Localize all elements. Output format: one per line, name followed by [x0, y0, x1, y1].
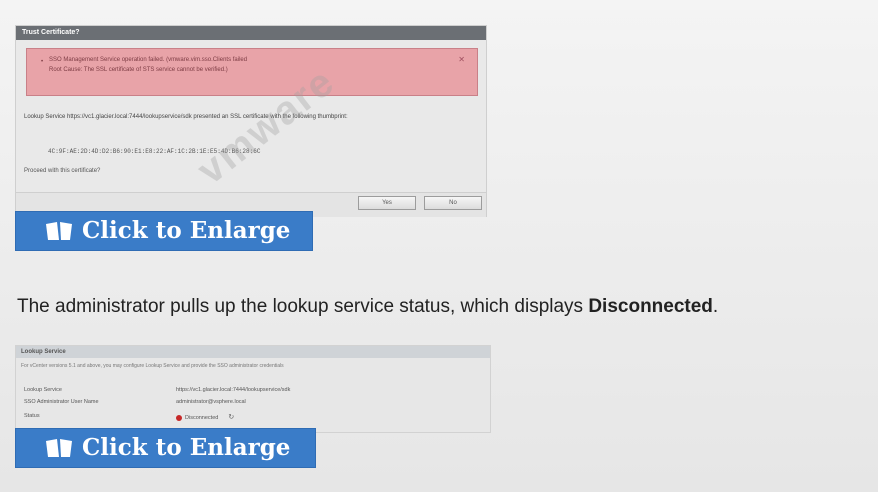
lookup-service-panel: Lookup Service For vCenter versions 5.1 …: [15, 345, 491, 433]
book-icon: [46, 222, 72, 240]
close-icon[interactable]: ✕: [458, 55, 465, 65]
sentence-text: The administrator pulls up the lookup se…: [17, 296, 589, 317]
error-line-2: Root Cause: The SSL certificate of STS s…: [49, 67, 228, 73]
row-value: administrator@vsphere.local: [176, 399, 246, 405]
error-line-1: SSO Management Service operation failed.…: [49, 57, 248, 63]
row-key: Lookup Service: [24, 387, 62, 393]
panel-title: Lookup Service: [16, 346, 490, 358]
enlarge-label: Click to Enlarge: [82, 217, 291, 244]
dialog-title: Trust Certificate?: [16, 26, 486, 40]
error-message-box: • SSO Management Service operation faile…: [26, 48, 478, 96]
sentence-emphasis: Disconnected: [588, 296, 713, 317]
click-to-enlarge-button[interactable]: Click to Enlarge: [15, 211, 313, 251]
description-sentence: The administrator pulls up the lookup se…: [17, 296, 718, 318]
book-icon: [46, 439, 72, 457]
row-key: Status: [24, 413, 40, 419]
panel-note: For vCenter versions 5.1 and above, you …: [21, 363, 284, 369]
status-value: Disconnected ↻: [176, 413, 234, 421]
proceed-question: Proceed with this certificate?: [24, 168, 101, 174]
click-to-enlarge-button[interactable]: Click to Enlarge: [15, 428, 316, 468]
yes-button[interactable]: Yes: [358, 196, 416, 210]
row-sso-admin: SSO Administrator User Name administrato…: [16, 398, 490, 408]
error-bullet-icon: •: [41, 59, 44, 65]
refresh-icon[interactable]: ↻: [228, 414, 234, 421]
row-value: https://vc1.glacier.local:7444/lookupser…: [176, 387, 291, 393]
enlarge-label: Click to Enlarge: [82, 434, 291, 461]
status-dot-icon: [176, 414, 182, 421]
row-status: Status Disconnected ↻: [16, 412, 490, 422]
row-lookup-service: Lookup Service https://vc1.glacier.local…: [16, 386, 490, 396]
no-button[interactable]: No: [424, 196, 482, 210]
row-key: SSO Administrator User Name: [24, 399, 99, 405]
sentence-end: .: [712, 296, 719, 317]
status-text: Disconnected: [185, 415, 219, 421]
certificate-dialog: Trust Certificate? • SSO Management Serv…: [15, 25, 487, 217]
